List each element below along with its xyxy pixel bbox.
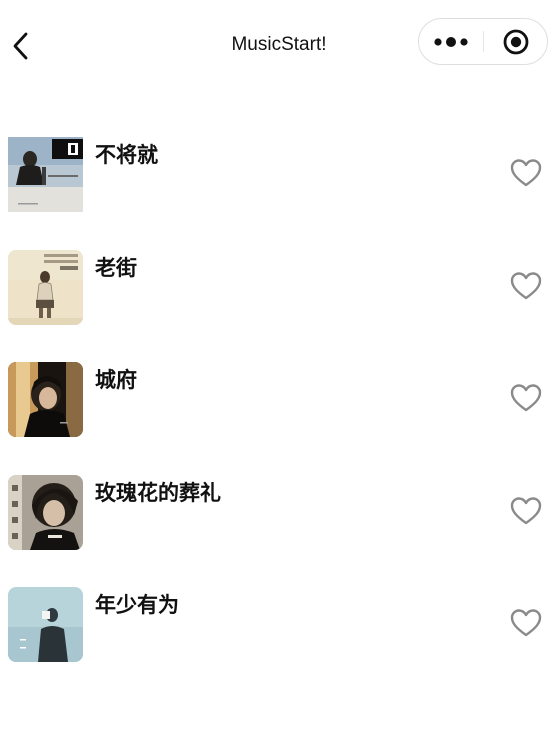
- album-cover: [8, 474, 83, 550]
- song-title: 老街: [95, 255, 137, 280]
- album-cover-image: [8, 474, 83, 550]
- album-cover-image: [8, 137, 83, 212]
- song-title: 年少有为: [95, 593, 179, 617]
- more-button[interactable]: [419, 19, 483, 64]
- favorite-button[interactable]: [506, 603, 546, 643]
- heart-outline-icon: [510, 271, 542, 299]
- song-title: 玫瑰花的葬礼: [95, 480, 221, 505]
- heart-outline-icon: [510, 159, 542, 187]
- album-cover-image: [8, 587, 83, 662]
- close-button[interactable]: [484, 19, 547, 64]
- album-cover: [8, 362, 83, 437]
- mini-program-capsule: [418, 18, 548, 65]
- song-title: 不将就: [95, 143, 158, 167]
- heart-outline-icon: [510, 496, 542, 524]
- album-cover-image: [8, 249, 83, 325]
- album-cover: [8, 587, 83, 662]
- song-title: 城府: [95, 368, 137, 392]
- song-item[interactable]: 不将就: [0, 135, 558, 248]
- more-dots-icon: [434, 36, 468, 47]
- album-cover: [8, 137, 83, 212]
- heart-outline-icon: [510, 609, 542, 637]
- song-item[interactable]: 老街: [0, 248, 558, 361]
- favorite-button[interactable]: [506, 153, 546, 193]
- song-item[interactable]: 年少有为: [0, 585, 558, 698]
- album-cover: [8, 249, 83, 325]
- album-cover-image: [8, 362, 83, 437]
- favorite-button[interactable]: [506, 378, 546, 418]
- song-list: 不将就 老街 城府 玫瑰花的葬礼 年少有为: [0, 135, 558, 698]
- favorite-button[interactable]: [506, 266, 546, 306]
- song-item[interactable]: 城府: [0, 360, 558, 473]
- target-icon: [503, 29, 528, 54]
- song-item[interactable]: 玫瑰花的葬礼: [0, 473, 558, 586]
- heart-outline-icon: [510, 384, 542, 412]
- nav-bar: MusicStart!: [0, 0, 558, 92]
- favorite-button[interactable]: [506, 491, 546, 531]
